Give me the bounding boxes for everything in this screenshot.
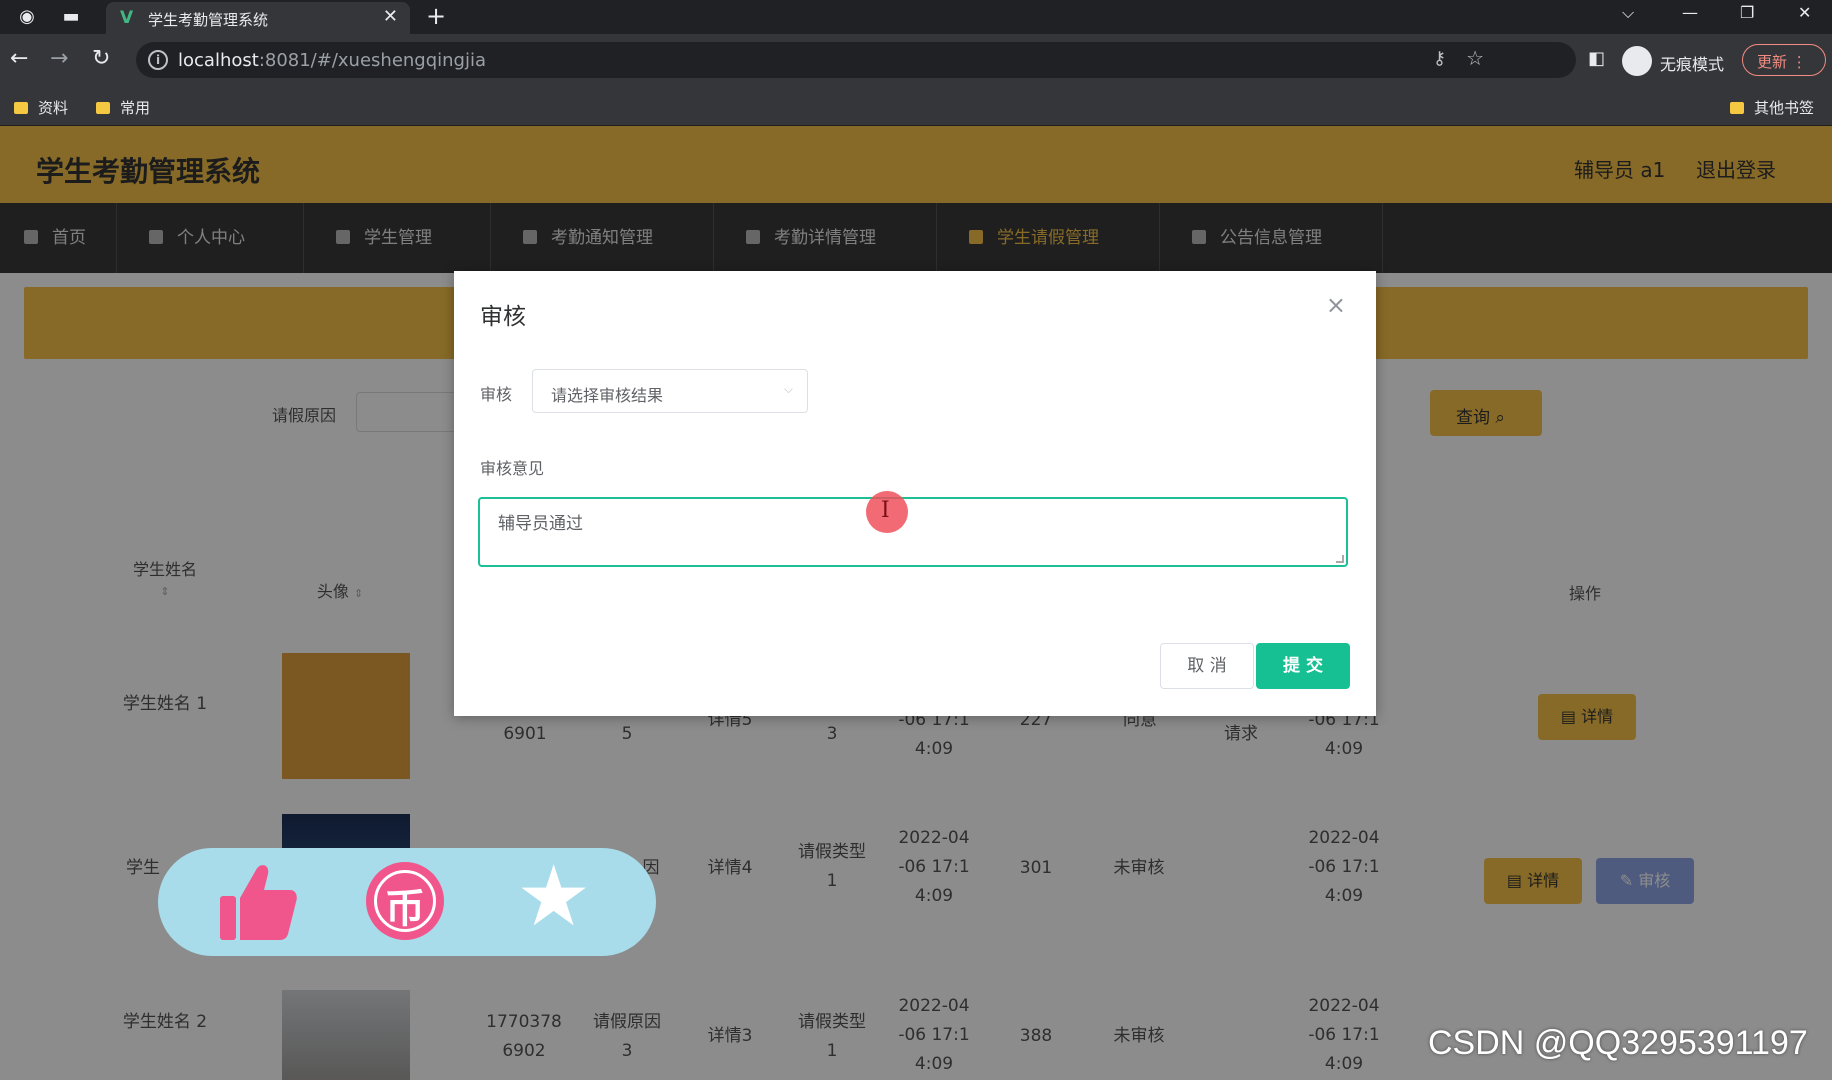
audit-opinion-textarea[interactable]: 辅导员通过 bbox=[478, 497, 1348, 567]
update-button[interactable]: 更新 ⋮ bbox=[1742, 44, 1826, 76]
thumbs-up-icon[interactable] bbox=[218, 860, 298, 942]
password-key-icon[interactable]: ⚷ bbox=[1433, 48, 1446, 69]
forward-icon[interactable]: → bbox=[50, 46, 68, 72]
incognito-icon bbox=[1622, 46, 1652, 76]
folder-icon bbox=[1730, 102, 1744, 114]
tab-list-icon[interactable]: ⌵ bbox=[1622, 3, 1634, 23]
coin-symbol: 币 bbox=[385, 885, 425, 932]
tab-search-icon[interactable]: ▬ bbox=[60, 6, 82, 28]
reload-icon[interactable]: ↻ bbox=[92, 46, 110, 72]
bookmarks-bar: 资料 常用 其他书签 bbox=[0, 86, 1832, 126]
browser-tab-strip: ◉ ▬ V 学生考勤管理系统 ✕ + ⌵ — ❐ ✕ bbox=[0, 0, 1832, 34]
site-info-icon[interactable]: i bbox=[148, 50, 168, 70]
text-cursor-icon: I bbox=[881, 498, 890, 523]
incognito-label: 无痕模式 bbox=[1660, 55, 1725, 74]
folder-icon bbox=[14, 102, 28, 114]
browser-toolbar: ← → ↻ i localhost:8081/#/xueshengqingjia… bbox=[0, 34, 1832, 86]
tab-title: 学生考勤管理系统 bbox=[148, 11, 269, 29]
resize-handle[interactable] bbox=[1336, 555, 1344, 563]
url-path: :8081/#/xueshengqingjia bbox=[258, 50, 487, 71]
textarea-value: 辅导员通过 bbox=[498, 514, 583, 534]
side-panel-icon[interactable]: ◧ bbox=[1588, 48, 1605, 69]
minimize-icon[interactable]: — bbox=[1682, 3, 1698, 22]
url-text: localhost:8081/#/xueshengqingjia bbox=[178, 50, 486, 71]
audit-opinion-label: 审核意见 bbox=[480, 459, 545, 478]
bookmark-folder-2[interactable]: 常用 bbox=[96, 97, 150, 118]
mouse-cursor-indicator: I bbox=[866, 491, 908, 533]
browser-menu-icon[interactable]: ◉ bbox=[16, 6, 38, 28]
audit-dialog: 审核 × 审核 请选择审核结果 ⌵ 审核意见 辅导员通过 I 取 消 提 交 bbox=[454, 271, 1376, 716]
audit-result-label: 审核 bbox=[480, 385, 513, 404]
vue-favicon-icon: V bbox=[120, 8, 134, 28]
bookmark-star-icon[interactable]: ☆ bbox=[1466, 46, 1484, 70]
address-bar[interactable]: i localhost:8081/#/xueshengqingjia ⚷ ☆ bbox=[136, 42, 1576, 78]
dialog-title: 审核 bbox=[480, 304, 526, 330]
update-label: 更新 bbox=[1757, 53, 1788, 71]
watermark: CSDN @QQ3295391197 bbox=[1428, 1024, 1808, 1062]
bookmark-label: 常用 bbox=[120, 99, 151, 117]
close-icon[interactable]: × bbox=[1326, 291, 1346, 319]
browser-tab[interactable]: V 学生考勤管理系统 ✕ bbox=[106, 2, 410, 34]
submit-button[interactable]: 提 交 bbox=[1256, 643, 1350, 689]
other-bookmarks[interactable]: 其他书签 bbox=[1730, 97, 1814, 118]
other-bookmarks-label: 其他书签 bbox=[1754, 99, 1815, 117]
audit-result-select[interactable]: 请选择审核结果 ⌵ bbox=[532, 369, 808, 413]
reaction-pill: 币 ★ bbox=[158, 848, 656, 956]
chevron-down-icon: ⌵ bbox=[783, 382, 793, 396]
back-icon[interactable]: ← bbox=[10, 46, 28, 72]
select-placeholder: 请选择审核结果 bbox=[551, 386, 664, 405]
folder-icon bbox=[96, 102, 110, 114]
favorite-star-icon[interactable]: ★ bbox=[516, 854, 591, 938]
coin-icon[interactable]: 币 bbox=[366, 862, 444, 940]
cancel-button[interactable]: 取 消 bbox=[1160, 643, 1254, 689]
new-tab-icon[interactable]: + bbox=[426, 2, 446, 30]
bookmark-label: 资料 bbox=[38, 99, 69, 117]
tab-close-icon[interactable]: ✕ bbox=[383, 6, 398, 27]
bookmark-folder-1[interactable]: 资料 bbox=[14, 97, 68, 118]
url-host: localhost bbox=[178, 50, 259, 71]
window-close-icon[interactable]: ✕ bbox=[1798, 3, 1811, 22]
restore-icon[interactable]: ❐ bbox=[1740, 3, 1754, 22]
